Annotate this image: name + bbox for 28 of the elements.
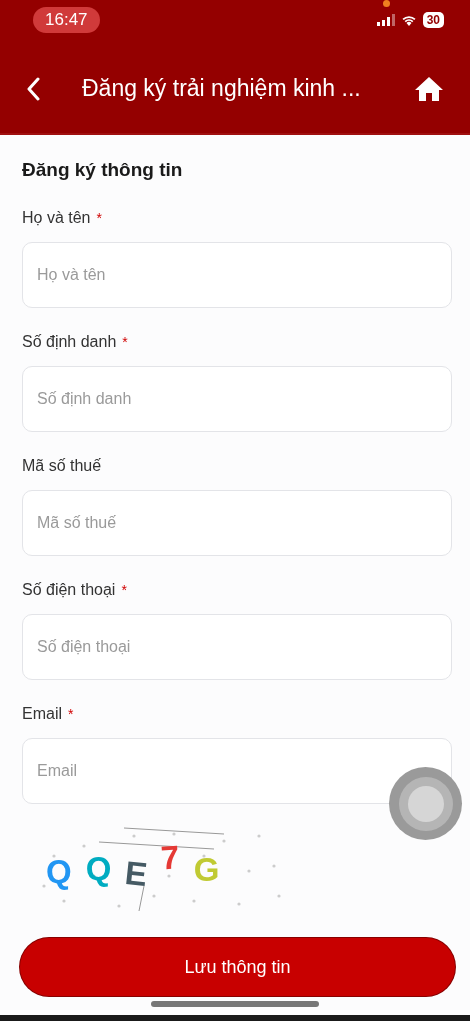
captcha-character: E: [123, 854, 150, 894]
field-label: Mã số thuế: [22, 456, 102, 476]
field-label: Số định danh: [22, 332, 117, 352]
battery-indicator: 30: [422, 12, 444, 28]
wifi-icon: [400, 14, 417, 26]
text-field[interactable]: Họ và tên: [22, 242, 452, 308]
field-label: Số điện thoại: [22, 580, 116, 600]
status-time: 16:47: [33, 7, 100, 33]
signal-icon: [376, 14, 395, 26]
back-icon[interactable]: [26, 76, 40, 101]
captcha-character: Q: [46, 854, 72, 890]
required-mark: *: [68, 705, 74, 724]
text-field[interactable]: Số điện thoại: [22, 614, 452, 680]
field-label: Email: [22, 704, 62, 724]
home-icon[interactable]: [414, 75, 444, 102]
captcha-character: G: [193, 852, 220, 888]
page-title: Đăng ký trải nghiệm kinh ...: [82, 75, 362, 102]
text-field[interactable]: Email: [22, 738, 452, 804]
field-label: Họ và tên: [22, 208, 91, 228]
captcha-character: Q: [85, 851, 112, 887]
form-title: Đăng ký thông tin: [22, 158, 184, 182]
captcha-character: 7: [160, 839, 181, 877]
save-button[interactable]: Lưu thông tin: [20, 938, 455, 996]
required-mark: *: [122, 333, 128, 352]
text-field[interactable]: Số định danh: [22, 366, 452, 432]
required-mark: *: [96, 209, 102, 228]
text-field[interactable]: Mã số thuế: [22, 490, 452, 556]
required-mark: *: [121, 581, 127, 600]
